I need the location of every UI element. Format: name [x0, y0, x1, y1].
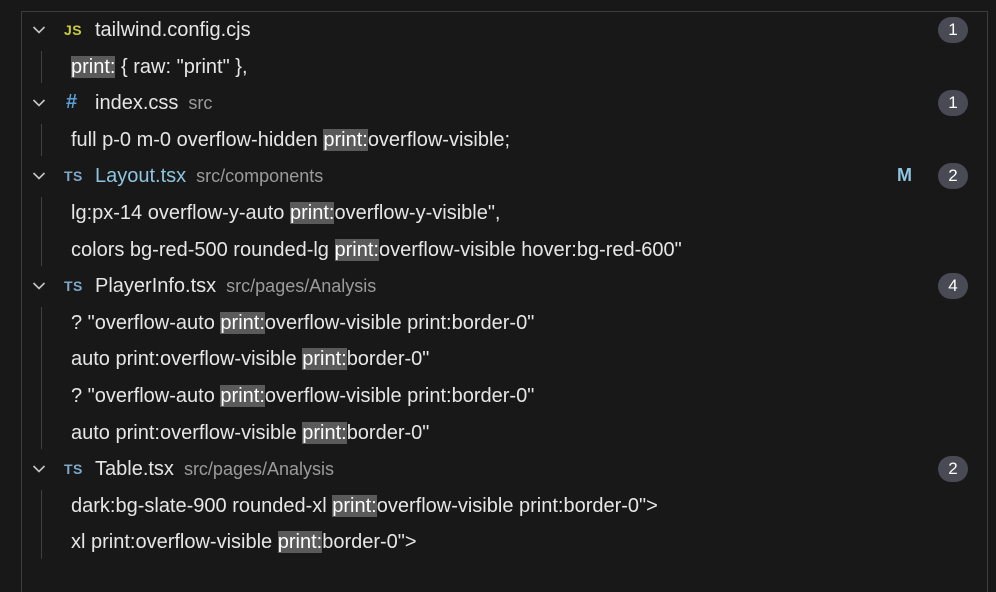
- match-after: overflow-visible print:border-0": [264, 385, 535, 407]
- file-name: tailwind.config.cjs: [95, 19, 251, 42]
- file-name-label: Layout.tsx: [95, 165, 187, 188]
- match-after: overflow-visible print:border-0">: [376, 494, 658, 517]
- file-row[interactable]: TS Layout.tsx src/components M 2: [22, 158, 986, 194]
- match-row[interactable]: auto print:overflow-visible print:border…: [22, 415, 986, 451]
- chevron-down-icon[interactable]: [32, 23, 46, 37]
- match-row[interactable]: full p-0 m-0 overflow-hidden print:overf…: [22, 122, 986, 158]
- match-highlight: print:: [220, 311, 265, 334]
- match-row[interactable]: ? "overflow-auto print:overflow-visible …: [22, 305, 986, 341]
- file-row[interactable]: TS PlayerInfo.tsx src/pages/Analysis 4: [22, 268, 986, 304]
- file-path: src: [188, 93, 213, 114]
- match-text: colors bg-red-500 rounded-lg print:overf…: [71, 238, 682, 262]
- match-text: ? "overflow-auto print:overflow-visible …: [71, 385, 534, 408]
- match-text: auto print:overflow-visible print:border…: [71, 421, 430, 445]
- match-highlight: print:: [334, 238, 379, 261]
- match-after: border-0">: [322, 531, 417, 554]
- css-file-icon: #: [66, 91, 78, 114]
- file-row[interactable]: TS Table.tsx src/pages/Analysis 2: [22, 451, 986, 487]
- file-path: src/pages/Analysis: [226, 276, 377, 297]
- indent-guide: [41, 123, 42, 157]
- match-text: xl print:overflow-visible print:border-0…: [71, 531, 417, 554]
- file-name: Table.tsx src/pages/Analysis: [95, 458, 334, 481]
- ts-file-icon: TS: [64, 278, 83, 295]
- indent-guide: [41, 306, 42, 450]
- match-count-badge: 1: [938, 90, 968, 117]
- match-highlight: print:: [289, 202, 335, 224]
- match-count-badge: 2: [938, 456, 968, 483]
- match-before: full p-0 m-0 overflow-hidden: [71, 128, 324, 151]
- match-highlight: print:: [302, 348, 347, 371]
- match-after: overflow-visible hover:bg-red-600": [378, 238, 682, 261]
- file-name-label: PlayerInfo.tsx: [95, 275, 217, 298]
- match-row[interactable]: dark:bg-slate-900 rounded-xl print:overf…: [22, 488, 986, 524]
- match-before: ? "overflow-auto: [71, 385, 221, 407]
- match-row[interactable]: auto print:overflow-visible print:border…: [22, 341, 986, 377]
- match-text: ? "overflow-auto print:overflow-visible …: [71, 311, 535, 335]
- match-highlight: print:: [323, 128, 368, 151]
- chevron-down-icon[interactable]: [32, 169, 46, 183]
- match-before: lg:px-14 overflow-y-auto: [71, 202, 290, 224]
- match-row[interactable]: xl print:overflow-visible print:border-0…: [22, 524, 986, 560]
- panel-right-border: [987, 11, 988, 592]
- file-name-label: Table.tsx: [95, 458, 174, 481]
- match-highlight: print:: [220, 385, 265, 407]
- match-after: border-0": [346, 348, 430, 371]
- chevron-down-icon[interactable]: [32, 279, 46, 293]
- match-text: print: { raw: "print" },: [71, 55, 248, 79]
- match-highlight: print:: [302, 421, 347, 444]
- match-row[interactable]: lg:px-14 overflow-y-auto print:overflow-…: [22, 195, 986, 231]
- match-after: overflow-y-visible",: [334, 202, 501, 224]
- file-path: src/components: [196, 166, 324, 187]
- file-row[interactable]: # index.css src 1: [22, 85, 986, 121]
- match-count-badge: 4: [938, 273, 968, 300]
- ts-file-icon: TS: [64, 168, 83, 185]
- indent-guide: [41, 197, 42, 267]
- match-count-badge: 1: [938, 17, 968, 43]
- match-text: lg:px-14 overflow-y-auto print:overflow-…: [71, 202, 500, 225]
- match-highlight: print:: [277, 531, 323, 554]
- match-text: dark:bg-slate-900 rounded-xl print:overf…: [71, 494, 658, 518]
- chevron-down-icon[interactable]: [32, 462, 46, 476]
- match-before: colors bg-red-500 rounded-lg: [71, 238, 335, 261]
- file-name: index.css src: [95, 92, 212, 115]
- file-name-label: tailwind.config.cjs: [95, 19, 251, 41]
- match-row[interactable]: ? "overflow-auto print:overflow-visible …: [22, 378, 986, 414]
- js-file-icon: JS: [64, 22, 83, 38]
- match-row[interactable]: colors bg-red-500 rounded-lg print:overf…: [22, 232, 986, 268]
- match-before: xl print:overflow-visible: [71, 531, 278, 554]
- search-results-panel: JS tailwind.config.cjs 1 print: { raw: "pri…: [0, 0, 996, 592]
- match-highlight: print:: [71, 55, 116, 78]
- file-name: PlayerInfo.tsx src/pages/Analysis: [95, 275, 376, 298]
- ts-file-icon: TS: [64, 461, 83, 478]
- match-text: full p-0 m-0 overflow-hidden print:overf…: [71, 128, 511, 152]
- chevron-down-icon[interactable]: [32, 96, 46, 110]
- file-row[interactable]: JS tailwind.config.cjs 1: [22, 12, 986, 48]
- match-text: auto print:overflow-visible print:border…: [71, 348, 429, 371]
- match-after: overflow-visible print:border-0": [264, 311, 535, 334]
- match-before: auto print:overflow-visible: [71, 421, 303, 444]
- match-before: auto print:overflow-visible: [71, 348, 303, 371]
- match-after: border-0": [346, 421, 430, 444]
- match-after: { raw: "print" },: [115, 55, 248, 78]
- match-before: ? "overflow-auto: [71, 311, 221, 334]
- indent-guide: [41, 489, 42, 559]
- file-name-label: index.css: [95, 92, 179, 115]
- match-before: dark:bg-slate-900 rounded-xl: [71, 494, 333, 517]
- indent-guide: [41, 50, 42, 84]
- match-row[interactable]: print: { raw: "print" },: [22, 49, 986, 85]
- match-count-badge: 2: [938, 163, 968, 190]
- file-path: src/pages/Analysis: [183, 459, 335, 480]
- modified-indicator: M: [897, 165, 912, 186]
- match-after: overflow-visible;: [367, 128, 511, 151]
- match-highlight: print:: [332, 494, 377, 517]
- file-name: Layout.tsx src/components: [95, 165, 323, 188]
